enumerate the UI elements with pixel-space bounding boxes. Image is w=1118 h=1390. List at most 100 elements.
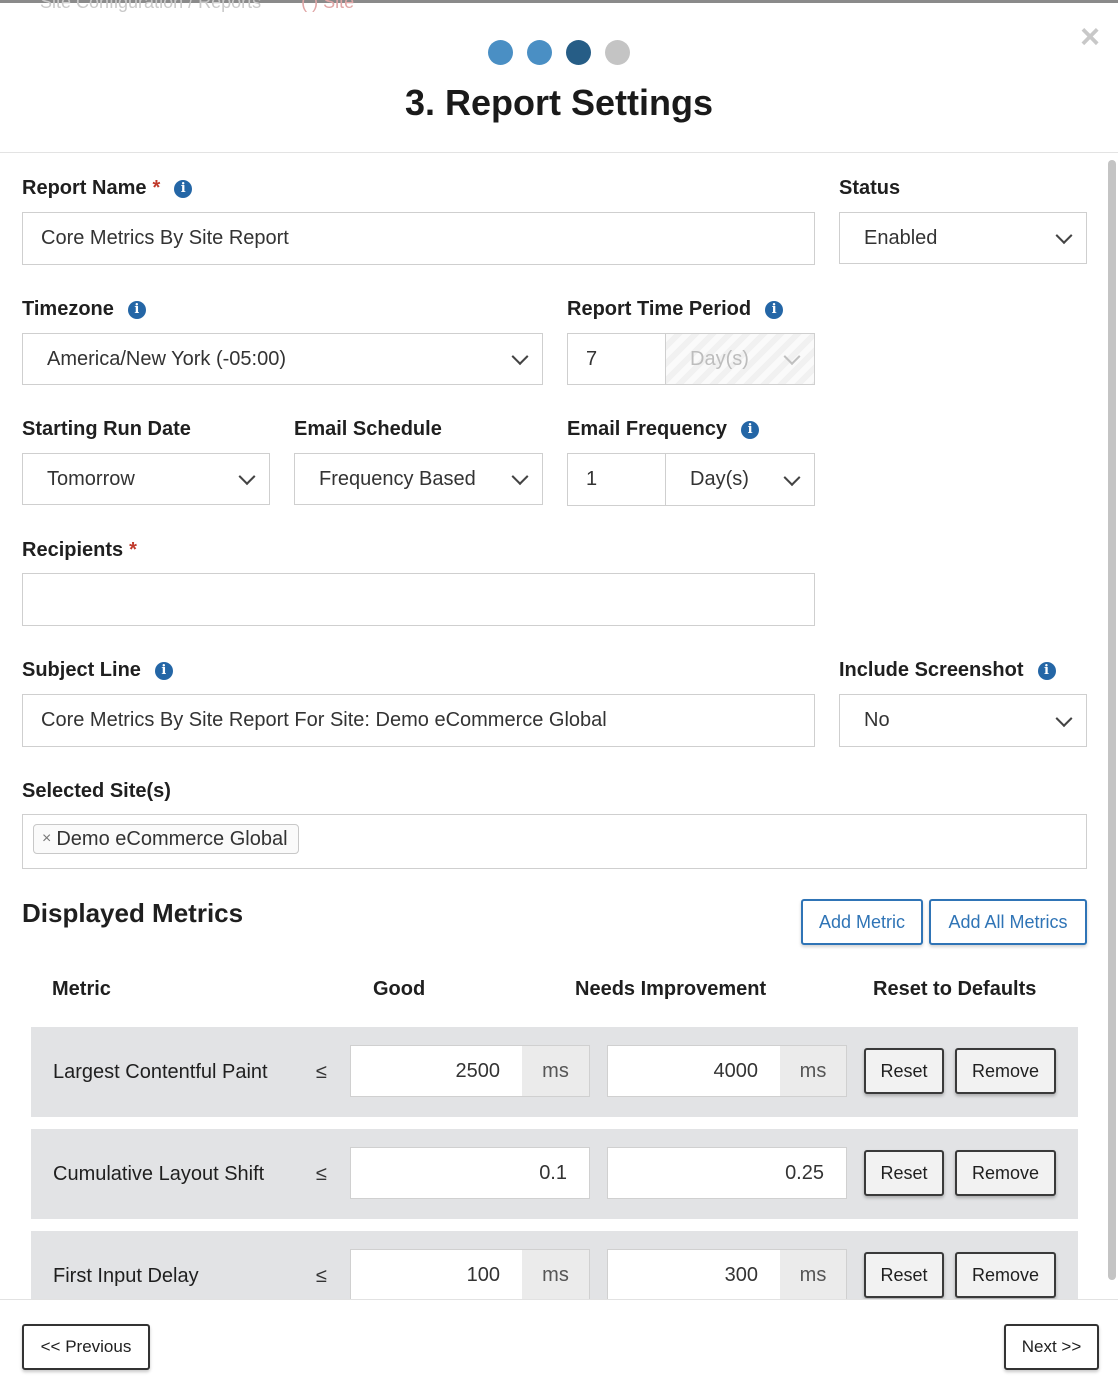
- email-frequency-value: 1: [586, 468, 598, 490]
- required-asterisk: *: [129, 539, 137, 561]
- add-metric-button[interactable]: Add Metric: [801, 899, 923, 945]
- email-frequency-input[interactable]: 1: [567, 453, 666, 506]
- starting-run-date-value: Tomorrow: [47, 467, 135, 490]
- chevron-down-icon: [783, 468, 801, 486]
- next-button[interactable]: Next >>: [1004, 1324, 1099, 1370]
- modal-scrollbar[interactable]: [1108, 160, 1116, 1280]
- good-threshold-input[interactable]: 2500: [350, 1045, 523, 1097]
- modal-footer: << Previous Next >>: [0, 1299, 1118, 1390]
- good-threshold-input[interactable]: 100: [350, 1249, 523, 1301]
- selected-sites-label-text: Selected Site(s): [22, 780, 171, 802]
- email-schedule-label-text: Email Schedule: [294, 418, 442, 440]
- column-header-reset-to-defaults: Reset to Defaults: [873, 978, 1037, 1000]
- report-time-period-value: 7: [586, 347, 598, 370]
- report-time-period-label-text: Report Time Period: [567, 298, 752, 320]
- reset-button[interactable]: Reset: [864, 1048, 944, 1094]
- wizard-step-indicator: [0, 40, 1118, 65]
- report-time-period-label: Report Time Period i: [567, 298, 784, 321]
- chevron-down-icon: [511, 348, 529, 366]
- site-tag-label: Demo eCommerce Global: [56, 827, 288, 850]
- email-schedule-label: Email Schedule: [294, 418, 442, 441]
- report-time-period-unit-select: Day(s): [665, 333, 815, 385]
- needs-improvement-threshold-input[interactable]: 4000: [607, 1045, 781, 1097]
- include-screenshot-label: Include Screenshot i: [839, 659, 1056, 682]
- info-icon[interactable]: i: [765, 300, 784, 319]
- report-name-input[interactable]: Core Metrics By Site Report: [22, 212, 815, 265]
- required-asterisk: *: [152, 177, 161, 199]
- subject-line-label-text: Subject Line: [22, 659, 141, 681]
- timezone-label: Timezone i: [22, 298, 146, 321]
- include-screenshot-label-text: Include Screenshot: [839, 659, 1024, 681]
- recipients-label: Recipients *: [22, 539, 137, 562]
- background-breadcrumb-accent: ( ) Site: [301, 0, 355, 12]
- column-header-good: Good: [373, 978, 426, 1000]
- include-screenshot-value: No: [864, 709, 890, 731]
- subject-line-input[interactable]: Core Metrics By Site Report For Site: De…: [22, 694, 815, 747]
- column-header-needs-improvement: Needs Improvement: [575, 978, 767, 1000]
- column-header-metric: Metric: [52, 978, 111, 1000]
- include-screenshot-select[interactable]: No: [839, 694, 1087, 747]
- info-icon[interactable]: i: [741, 420, 760, 439]
- status-value: Enabled: [864, 226, 938, 249]
- email-frequency-unit-select[interactable]: Day(s): [665, 453, 815, 506]
- email-frequency-unit: Day(s): [690, 468, 749, 490]
- timezone-label-text: Timezone: [22, 298, 114, 320]
- needs-improvement-unit-label: ms: [780, 1045, 847, 1097]
- step-dot-3: [566, 40, 591, 65]
- metric-row: Largest Contentful Paint ≤ 2500 ms 4000 …: [31, 1027, 1078, 1117]
- report-name-label-text: Report Name: [22, 177, 147, 199]
- starting-run-date-label-text: Starting Run Date: [22, 418, 191, 440]
- chevron-down-icon: [1055, 709, 1073, 727]
- timezone-select[interactable]: America/New York (-05:00): [22, 333, 543, 385]
- chevron-down-icon: [511, 468, 529, 486]
- chevron-down-icon: [783, 348, 801, 366]
- reset-button[interactable]: Reset: [864, 1252, 944, 1298]
- good-threshold-input[interactable]: 0.1: [350, 1147, 590, 1199]
- needs-improvement-threshold-input[interactable]: 0.25: [607, 1147, 847, 1199]
- displayed-metrics-heading: Displayed Metrics: [22, 898, 244, 928]
- chevron-down-icon: [1055, 227, 1073, 245]
- background-breadcrumb: Site Configuration / Reports ( ) Site: [40, 0, 354, 13]
- previous-button[interactable]: << Previous: [22, 1324, 150, 1370]
- status-label-text: Status: [839, 177, 901, 199]
- timezone-value: America/New York (-05:00): [47, 347, 286, 370]
- remove-button[interactable]: Remove: [955, 1252, 1056, 1298]
- less-equal-symbol: ≤: [316, 1060, 327, 1083]
- info-icon[interactable]: i: [154, 661, 173, 680]
- remove-button[interactable]: Remove: [955, 1150, 1056, 1196]
- chevron-down-icon: [238, 468, 256, 486]
- info-icon[interactable]: i: [127, 300, 146, 319]
- add-all-metrics-button[interactable]: Add All Metrics: [929, 899, 1087, 945]
- email-frequency-label-text: Email Frequency: [567, 418, 728, 440]
- info-icon[interactable]: i: [174, 179, 193, 198]
- email-schedule-value: Frequency Based: [319, 467, 476, 490]
- status-label: Status: [839, 177, 900, 200]
- email-frequency-label: Email Frequency i: [567, 418, 760, 441]
- less-equal-symbol: ≤: [316, 1162, 327, 1185]
- recipients-input[interactable]: [22, 573, 815, 626]
- report-name-label: Report Name * i: [22, 177, 193, 200]
- needs-improvement-threshold-input[interactable]: 300: [607, 1249, 781, 1301]
- metric-name: Cumulative Layout Shift: [53, 1162, 265, 1185]
- remove-tag-icon[interactable]: ×: [42, 830, 51, 848]
- header-divider: [0, 152, 1118, 153]
- reset-button[interactable]: Reset: [864, 1150, 944, 1196]
- starting-run-date-select[interactable]: Tomorrow: [22, 453, 270, 505]
- report-time-period-input[interactable]: 7: [567, 333, 666, 385]
- needs-improvement-unit-label: ms: [780, 1249, 847, 1301]
- report-name-value: Core Metrics By Site Report: [41, 227, 289, 249]
- modal-title: 3. Report Settings: [404, 82, 714, 123]
- subject-line-label: Subject Line i: [22, 659, 173, 682]
- remove-button[interactable]: Remove: [955, 1048, 1056, 1094]
- step-dot-4: [605, 40, 630, 65]
- recipients-label-text: Recipients: [22, 539, 124, 561]
- metric-row: Cumulative Layout Shift ≤ 0.1 0.25 Reset…: [31, 1129, 1078, 1219]
- email-schedule-select[interactable]: Frequency Based: [294, 453, 543, 505]
- background-breadcrumb-text: Site Configuration / Reports: [40, 0, 262, 12]
- good-unit-label: ms: [522, 1249, 590, 1301]
- status-select[interactable]: Enabled: [839, 212, 1087, 264]
- site-tag: × Demo eCommerce Global: [33, 824, 299, 854]
- metric-name: Largest Contentful Paint: [53, 1060, 268, 1083]
- info-icon[interactable]: i: [1037, 661, 1056, 680]
- selected-sites-label: Selected Site(s): [22, 780, 171, 803]
